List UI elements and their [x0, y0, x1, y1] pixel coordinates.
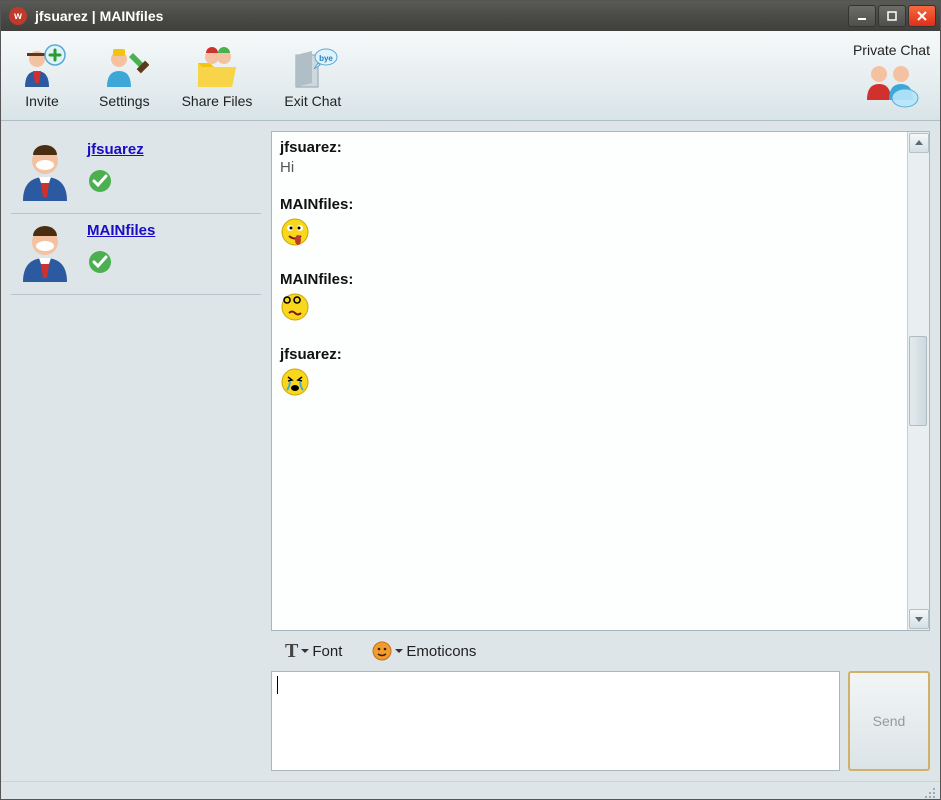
- chat-history: jfsuarez: Hi MAINfiles:: [272, 132, 907, 630]
- font-dropdown[interactable]: T Font: [285, 640, 342, 663]
- silly-tongue-emoji-icon: [280, 217, 310, 247]
- chat-message: MAINfiles:: [280, 270, 899, 327]
- emoticons-label: Emoticons: [406, 643, 476, 660]
- message-sender: jfsuarez: [280, 346, 337, 363]
- statusbar: [1, 781, 940, 799]
- chevron-down-icon: [394, 646, 404, 656]
- invite-button[interactable]: Invite: [11, 41, 73, 111]
- emoticons-dropdown[interactable]: Emoticons: [372, 641, 476, 661]
- app-icon: w: [9, 7, 27, 25]
- maximize-button[interactable]: [878, 5, 906, 27]
- user-list: jfsuarez: [1, 121, 271, 781]
- status-online-icon: [87, 249, 155, 275]
- window-controls: [848, 5, 936, 27]
- chevron-down-icon: [300, 646, 310, 656]
- window-title: jfsuarez | MAINfiles: [35, 8, 848, 24]
- scroll-up-button[interactable]: [909, 133, 929, 153]
- message-sender: MAINfiles: [280, 196, 348, 213]
- chat-history-wrap: jfsuarez: Hi MAINfiles:: [271, 131, 930, 631]
- settings-button[interactable]: Settings: [93, 41, 156, 111]
- user-item: jfsuarez: [11, 133, 261, 214]
- share-files-label: Share Files: [182, 93, 253, 109]
- chat-window: w jfsuarez | MAINfiles: [0, 0, 941, 800]
- avatar-icon: [15, 141, 75, 201]
- confused-emoji-icon: [280, 292, 310, 322]
- font-icon: T: [285, 640, 298, 663]
- share-files-button[interactable]: Share Files: [176, 41, 259, 111]
- scroll-track[interactable]: [908, 154, 929, 608]
- private-chat-indicator: Private Chat: [853, 42, 930, 110]
- chat-message: MAINfiles:: [280, 195, 899, 252]
- crying-emoji-icon: [280, 367, 310, 397]
- private-chat-icon: [861, 60, 921, 110]
- scroll-down-button[interactable]: [909, 609, 929, 629]
- exit-chat-label: Exit Chat: [284, 93, 341, 109]
- user-info: MAINfiles: [87, 222, 155, 282]
- username-link[interactable]: jfsuarez: [87, 141, 144, 158]
- message-input[interactable]: [271, 671, 840, 771]
- resize-grip-icon[interactable]: [922, 785, 936, 799]
- username-link[interactable]: MAINfiles: [87, 222, 155, 239]
- settings-icon: [99, 43, 149, 91]
- format-bar: T Font: [271, 631, 930, 671]
- chat-scrollbar[interactable]: [907, 132, 929, 630]
- titlebar: w jfsuarez | MAINfiles: [1, 1, 940, 31]
- invite-icon: [17, 43, 67, 91]
- emoticon-icon: [372, 641, 392, 661]
- settings-label: Settings: [99, 93, 150, 109]
- send-button[interactable]: Send: [848, 671, 930, 771]
- avatar-icon: [15, 222, 75, 282]
- svg-text:bye: bye: [319, 54, 333, 63]
- chat-message: jfsuarez:: [280, 345, 899, 402]
- invite-label: Invite: [25, 93, 58, 109]
- minimize-button[interactable]: [848, 5, 876, 27]
- main-panel: jfsuarez: Hi MAINfiles:: [271, 121, 940, 781]
- chat-message: jfsuarez: Hi: [280, 138, 899, 177]
- message-sender: MAINfiles: [280, 271, 348, 288]
- body: jfsuarez: [1, 121, 940, 781]
- private-chat-label: Private Chat: [853, 42, 930, 58]
- message-text: Hi: [280, 159, 294, 176]
- exit-chat-button[interactable]: bye Exit Chat: [278, 41, 347, 111]
- user-info: jfsuarez: [87, 141, 144, 201]
- scroll-thumb[interactable]: [909, 336, 927, 426]
- send-label: Send: [873, 713, 906, 729]
- user-item: MAINfiles: [11, 214, 261, 295]
- toolbar: Invite Settings: [1, 31, 940, 121]
- exit-chat-icon: bye: [288, 43, 338, 91]
- status-online-icon: [87, 168, 144, 194]
- font-label: Font: [312, 643, 342, 660]
- compose-row: Send: [271, 671, 930, 771]
- close-button[interactable]: [908, 5, 936, 27]
- share-files-icon: [192, 43, 242, 91]
- message-sender: jfsuarez: [280, 139, 337, 156]
